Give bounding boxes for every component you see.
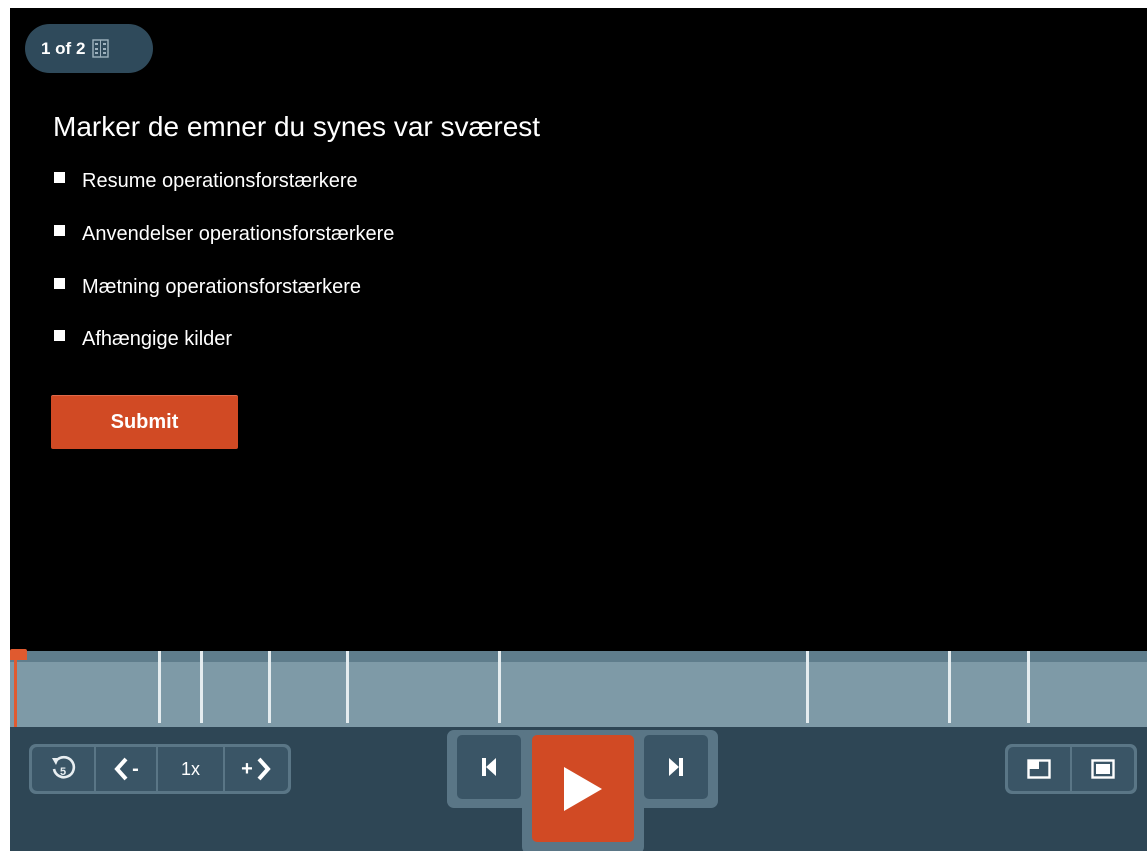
video-player: 1 of 2 Marker de emner du synes var svær… [10, 8, 1147, 851]
option-checkbox-1[interactable]: Resume operationsforstærkere [54, 170, 358, 193]
chapter-marker[interactable] [268, 651, 271, 723]
option-checkbox-4[interactable]: Afhængige kilder [54, 328, 232, 351]
checkbox[interactable] [54, 172, 65, 183]
chapter-marker[interactable] [498, 651, 501, 723]
checkbox[interactable] [54, 278, 65, 289]
chapter-marker[interactable] [346, 651, 349, 723]
option-label: Anvendelser operationsforstærkere [82, 223, 395, 245]
question-counter-text: 1 of 2 [41, 38, 86, 58]
slower-button[interactable]: - [96, 747, 156, 791]
question-counter-badge: 1 of 2 [25, 24, 153, 73]
chapter-marker[interactable] [1027, 651, 1030, 723]
option-checkbox-2[interactable]: Anvendelser operationsforstærkere [54, 223, 394, 246]
play-button[interactable] [532, 735, 634, 842]
chevron-right-icon [257, 757, 271, 781]
picture-in-picture-icon [1027, 759, 1051, 779]
skip-forward-icon [669, 758, 683, 776]
option-label: Mætning operationsforstærkere [82, 276, 362, 298]
checkbox[interactable] [54, 330, 65, 341]
play-icon [564, 766, 602, 811]
checkbox[interactable] [54, 225, 65, 236]
skip-back-icon [482, 758, 496, 776]
slower-label: - [132, 757, 139, 780]
playhead-handle[interactable] [10, 649, 27, 660]
chapter-marker[interactable] [200, 651, 203, 723]
svg-text:5: 5 [60, 766, 66, 778]
speed-display[interactable]: 1x [158, 747, 223, 791]
fullscreen-icon [1091, 759, 1115, 779]
playback-speed-group: 5 - 1x + [29, 744, 291, 794]
chevron-left-icon [114, 757, 128, 781]
speed-label: 1x [180, 758, 200, 779]
question-title: Marker de emner du synes var sværest [53, 111, 541, 142]
chapter-marker[interactable] [158, 651, 161, 723]
question-list-icon[interactable] [92, 39, 110, 58]
submit-button[interactable]: Submit [51, 395, 238, 449]
next-button[interactable] [644, 735, 708, 799]
fullscreen-button[interactable] [1072, 747, 1134, 791]
screen-mode-group [1005, 744, 1137, 794]
timeline-track[interactable] [10, 662, 1147, 727]
chapter-marker[interactable] [806, 651, 809, 723]
previous-button[interactable] [457, 735, 521, 799]
option-checkbox-3[interactable]: Mætning operationsforstærkere [54, 276, 361, 299]
faster-button[interactable]: + [225, 747, 288, 791]
rewind-5-icon: 5 [52, 755, 76, 779]
option-label: Afhængige kilder [82, 328, 233, 350]
playhead-line [14, 657, 17, 727]
rewind-5-button[interactable]: 5 [32, 747, 94, 791]
chapter-marker[interactable] [948, 651, 951, 723]
timeline-track-top[interactable] [10, 651, 1147, 662]
window-mode-button[interactable] [1008, 747, 1070, 791]
faster-label: + [241, 757, 253, 780]
option-label: Resume operationsforstærkere [82, 170, 358, 192]
